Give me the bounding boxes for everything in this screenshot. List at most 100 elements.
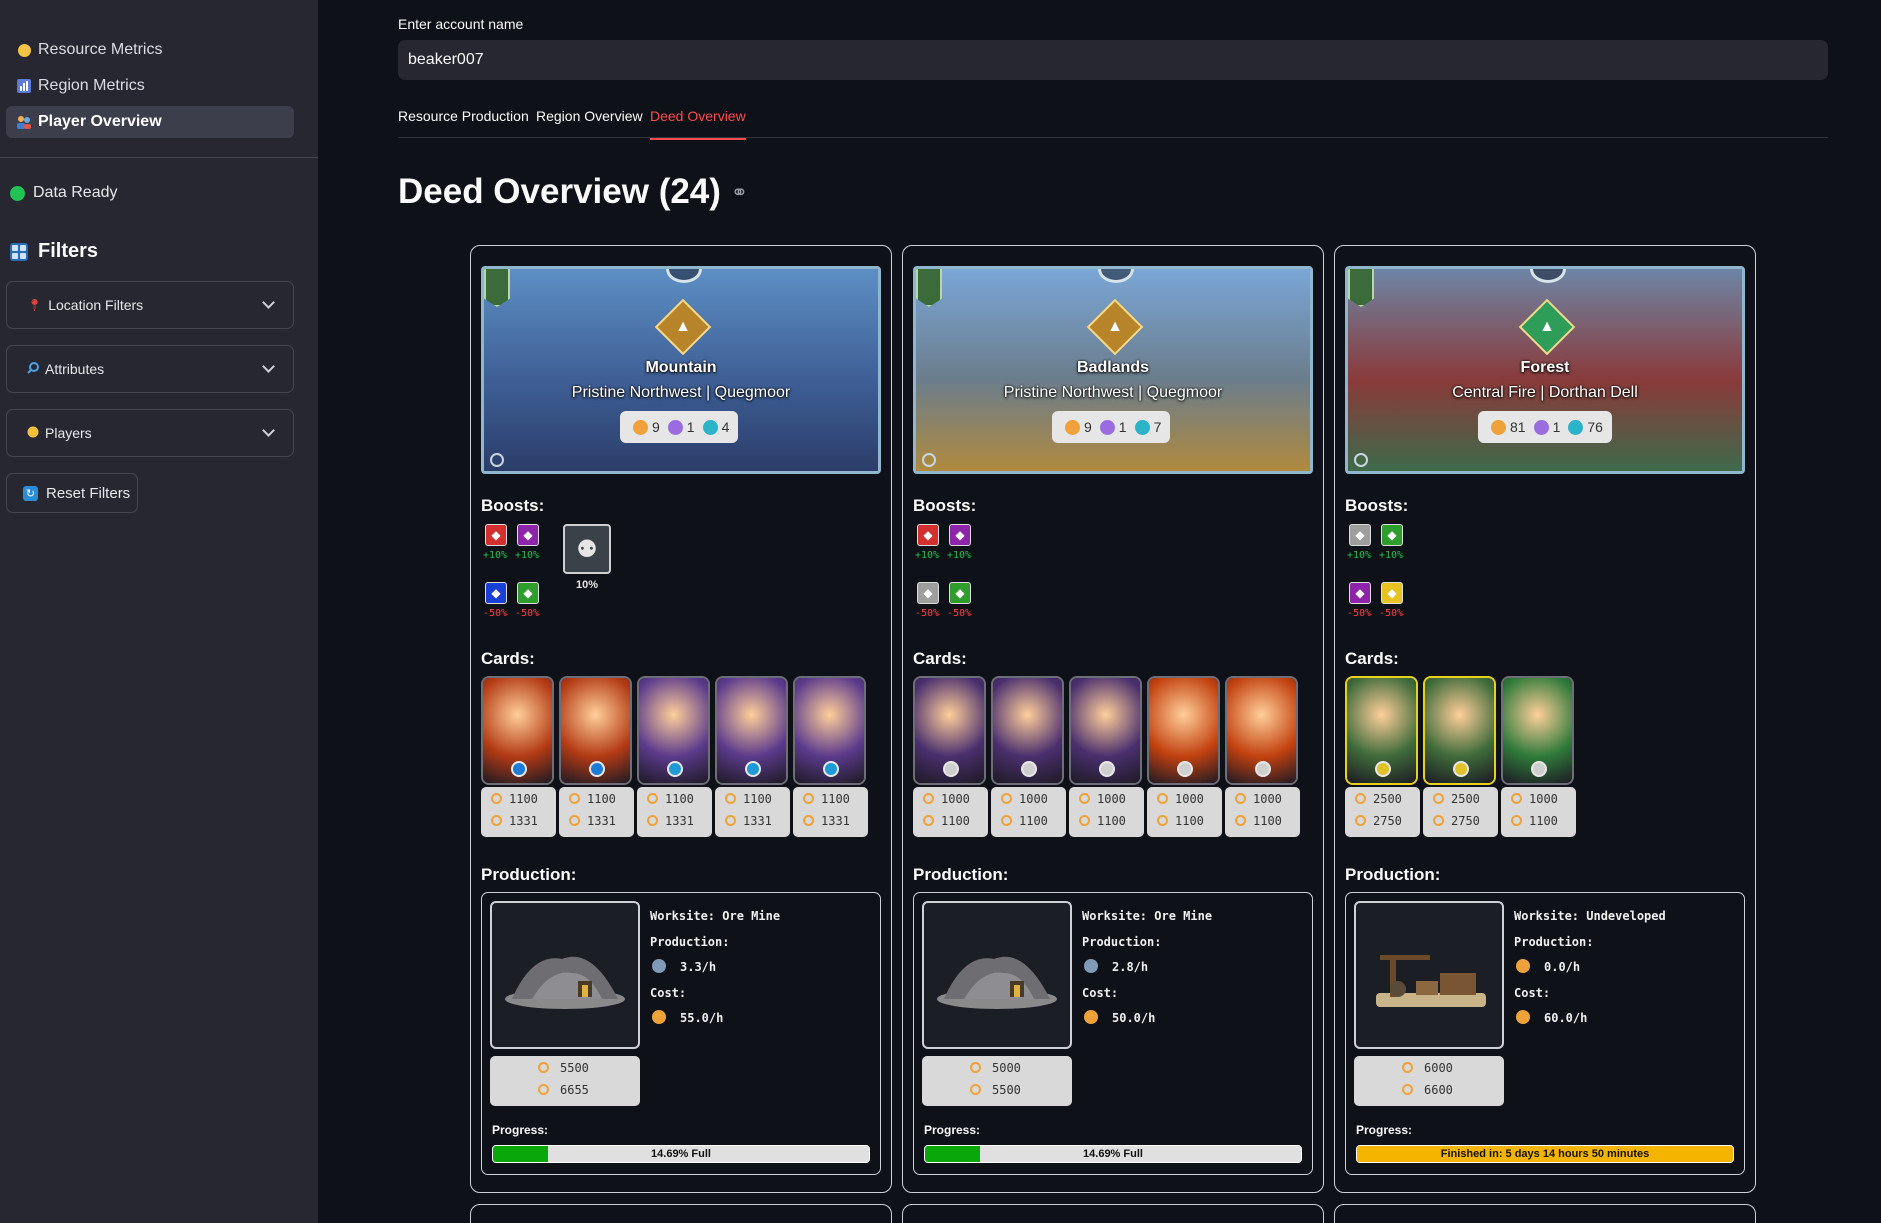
boosts-label: Boosts: (913, 496, 977, 515)
account-name-label: Enter account name (398, 16, 524, 32)
nav-label: Region Metrics (38, 77, 145, 94)
production-rate: 0.0/h (1544, 960, 1581, 974)
power-icon (803, 815, 814, 826)
nav-resource-metrics[interactable]: Resource Metrics (6, 34, 294, 66)
expander-label: Players (45, 425, 92, 441)
tab-resource-production[interactable]: Resource Production (398, 108, 529, 132)
deed-stats: 9 1 7 (1052, 411, 1171, 443)
location-filters-expander[interactable]: 📍︎ Location Filters (6, 281, 294, 329)
boost-percent: +10% (1347, 550, 1372, 561)
grain-icon (652, 1010, 666, 1024)
card-boosted-power: 1100 (1253, 814, 1282, 828)
power-icon (538, 1062, 549, 1073)
nav-region-metrics[interactable]: Region Metrics (6, 70, 294, 102)
card-base-power: 2500 (1451, 792, 1480, 806)
region-name: Pristine Northwest | Quegmoor (571, 384, 791, 401)
worksite-stats: 5500 6655 (490, 1056, 640, 1106)
power-icon (970, 1084, 981, 1095)
research-icon (667, 419, 683, 435)
unit-card[interactable] (1345, 676, 1418, 785)
card-stats: 1100 1331 (715, 787, 790, 837)
flag-icon (484, 269, 510, 307)
boosts-label: Boosts: (1345, 496, 1409, 515)
cost-title: Cost: (1514, 986, 1551, 1000)
card-base-power: 1000 (1175, 792, 1204, 806)
unit-card[interactable] (1225, 676, 1298, 785)
bar-chart-icon (16, 78, 32, 94)
unit-card[interactable] (1069, 676, 1142, 785)
power-icon (970, 1062, 981, 1073)
terrain-name: Badlands (1076, 359, 1149, 376)
death-icon: ◆ (517, 524, 539, 546)
stat-value: 9 (1084, 419, 1092, 435)
spirit-icon (1568, 419, 1584, 435)
power-icon (569, 793, 580, 804)
reset-filters-button[interactable]: ↻ Reset Filters (6, 473, 138, 513)
region-name: Pristine Northwest | Quegmoor (1003, 384, 1223, 401)
card-stats: 1000 1100 (991, 787, 1066, 837)
tab-deed-overview[interactable]: Deed Overview (650, 108, 746, 140)
totem-icon: ⚉ (563, 524, 611, 574)
tab-region-overview[interactable]: Region Overview (536, 108, 643, 132)
mana-orb-icon (1255, 761, 1271, 777)
power-icon (1001, 793, 1012, 804)
unit-card[interactable] (1423, 676, 1496, 785)
unit-card[interactable] (1147, 676, 1220, 785)
power-icon (1235, 793, 1246, 804)
card-stats: 1000 1100 (913, 787, 988, 837)
unit-card[interactable] (913, 676, 986, 785)
fire-icon: ◆ (917, 524, 939, 546)
worksite-boosted-power: 5500 (992, 1083, 1021, 1097)
unit-card[interactable] (637, 676, 710, 785)
terrain-name: Mountain (645, 359, 717, 376)
worksite-type: Worksite: Ore Mine (650, 909, 781, 923)
expander-label: Location Filters (48, 297, 144, 313)
stat-value: 4 (721, 419, 730, 435)
worksite-base-power: 5500 (560, 1061, 589, 1075)
link-icon[interactable]: ⚭ (731, 180, 748, 205)
unit-card[interactable] (715, 676, 788, 785)
boost-percent: +10% (515, 550, 540, 561)
worksite-stats: 6000 6600 (1354, 1056, 1504, 1106)
death-icon: ◆ (949, 524, 971, 546)
chevron-down-icon (262, 360, 275, 373)
power-icon (1402, 1062, 1413, 1073)
deed-card: ▲ Badlands Pristine Northwest | Quegmoor 9 1… (902, 245, 1324, 1193)
unit-card[interactable] (991, 676, 1064, 785)
unit-card[interactable] (793, 676, 866, 785)
players-expander[interactable]: Players (6, 409, 294, 457)
unit-card[interactable] (481, 676, 554, 785)
neutral-icon: ◆ (1349, 524, 1371, 546)
card-stats: 1100 1331 (559, 787, 634, 837)
fire-icon: ◆ (485, 524, 507, 546)
grain-icon (1065, 419, 1080, 435)
power-icon (1511, 815, 1522, 826)
power-icon (1402, 1084, 1413, 1095)
grain-icon (1516, 1010, 1530, 1024)
cost-rate: 60.0/h (1544, 1011, 1588, 1025)
boost-percent: +10% (483, 550, 508, 561)
worksite-image (1354, 901, 1504, 1049)
stat-value: 1 (686, 419, 695, 435)
card-stats: 1000 1100 (1147, 787, 1222, 837)
attributes-expander[interactable]: Attributes (6, 345, 294, 393)
deed-card-partial (470, 1204, 892, 1223)
production-rate: 3.3/h (680, 960, 717, 974)
unit-card[interactable] (559, 676, 632, 785)
unit-card[interactable] (1501, 676, 1574, 785)
terrain-icon: ▲ (1107, 318, 1123, 335)
page-title-text: Deed Overview (24) (398, 172, 721, 211)
expander-label: Attributes (45, 361, 105, 377)
card-boosted-power: 1100 (1529, 814, 1558, 828)
account-name-input[interactable] (398, 40, 1828, 80)
nav-player-overview[interactable]: Player Overview (6, 106, 294, 138)
progress-label: Progress: (492, 1123, 549, 1137)
deed-banner: ▲ Forest Central Fire | Dorthan Dell 81 1 76 (1345, 266, 1745, 474)
sidebar: Resource Metrics Region Metrics Player O… (0, 0, 318, 1223)
flag-icon (916, 269, 942, 307)
mana-orb-icon (823, 761, 839, 777)
terrain-icon: ▲ (1539, 318, 1555, 335)
card-base-power: 1000 (1019, 792, 1048, 806)
ore-icon (652, 959, 666, 973)
card-base-power: 2500 (1373, 792, 1402, 806)
